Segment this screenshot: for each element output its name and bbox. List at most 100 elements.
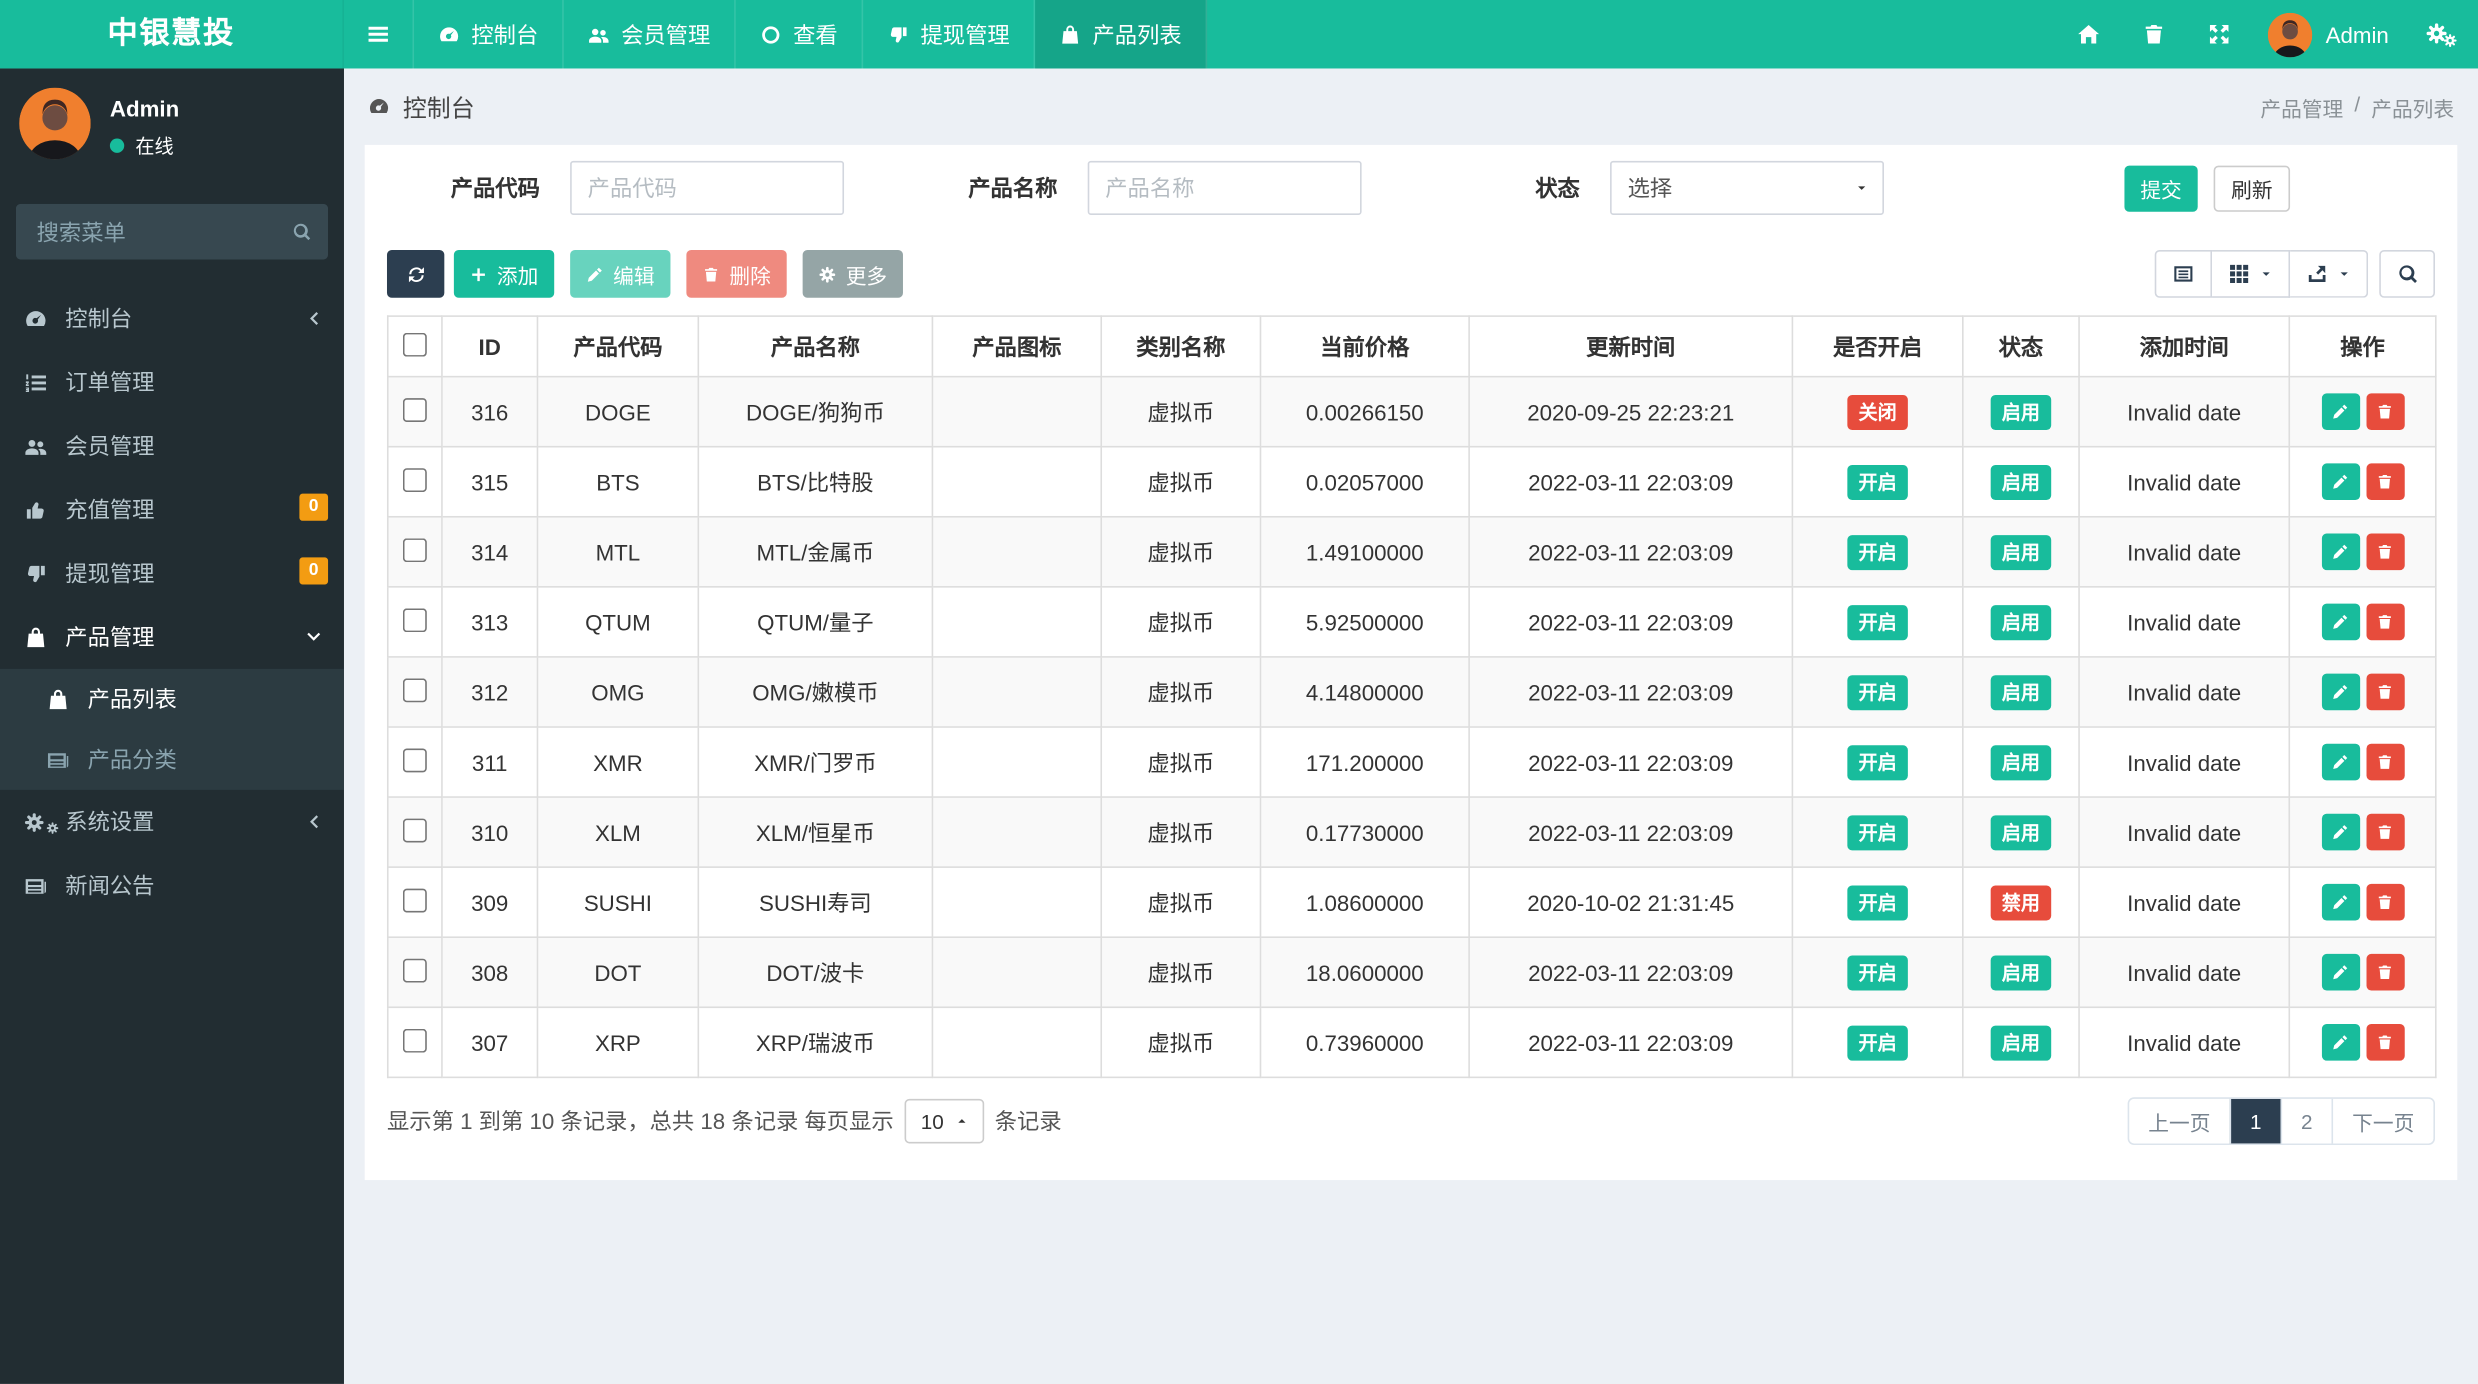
sidebar-item-dashboard[interactable]: 控制台 — [0, 287, 344, 351]
filter-buttons: 提交 刷新 — [2124, 164, 2291, 212]
delete-row-button[interactable] — [2365, 393, 2404, 430]
row-checkbox[interactable] — [402, 677, 427, 702]
edit-row-button[interactable] — [2321, 953, 2360, 991]
page-button-2[interactable]: 2 — [2280, 1098, 2331, 1144]
page-button-1[interactable]: 1 — [2229, 1098, 2281, 1144]
delete-row-button[interactable] — [2365, 533, 2404, 571]
trash-button[interactable] — [2122, 0, 2187, 68]
export-button[interactable] — [2290, 250, 2369, 298]
expand-icon — [2208, 22, 2232, 46]
reload-button[interactable] — [386, 250, 445, 298]
edit-row-button[interactable] — [2321, 463, 2360, 501]
add-button[interactable]: 添加 — [453, 250, 555, 298]
edit-row-button[interactable] — [2321, 813, 2360, 851]
cell-updated: 2022-03-11 22:03:09 — [1468, 656, 1794, 728]
submit-button[interactable]: 提交 — [2124, 164, 2198, 212]
caret-down-icon — [1855, 182, 1868, 195]
row-checkbox[interactable] — [402, 747, 427, 772]
cell-updated: 2022-03-11 22:03:09 — [1468, 796, 1794, 868]
next-page-button[interactable]: 下一页 — [2331, 1098, 2433, 1144]
delete-row-button[interactable] — [2365, 1024, 2404, 1061]
summary-suffix: 条记录 — [994, 1108, 1062, 1134]
columns-button[interactable] — [2212, 250, 2291, 298]
delete-row-button[interactable] — [2365, 813, 2404, 851]
row-checkbox[interactable] — [402, 537, 427, 562]
row-checkbox[interactable] — [402, 607, 427, 632]
toggle-pagination-button[interactable] — [2154, 250, 2213, 298]
settings-button[interactable] — [2405, 0, 2478, 68]
sidebar-item-products[interactable]: 产品管理 — [0, 605, 344, 669]
row-checkbox[interactable] — [402, 467, 427, 492]
refresh-icon — [405, 264, 426, 285]
status-badge: 启用 — [1990, 674, 2052, 710]
product-name-input[interactable] — [1087, 160, 1362, 215]
more-button[interactable]: 更多 — [802, 250, 904, 298]
shopping-bag-icon — [1059, 23, 1081, 45]
prev-page-button[interactable]: 上一页 — [2129, 1099, 2229, 1144]
cell-price: 5.92500000 — [1259, 586, 1470, 658]
breadcrumb-section: 控制台 — [402, 94, 475, 122]
row-checkbox[interactable] — [402, 1027, 427, 1052]
status-select[interactable]: 选择 — [1610, 160, 1884, 215]
table-search-button[interactable] — [2379, 250, 2435, 298]
edit-row-button[interactable] — [2321, 1024, 2360, 1061]
edit-row-button[interactable] — [2321, 603, 2360, 641]
home-button[interactable] — [2056, 0, 2121, 68]
nav-item-view[interactable]: 查看 — [736, 0, 864, 69]
row-checkbox[interactable] — [402, 817, 427, 842]
cell-code: MTL — [536, 515, 700, 588]
edit-row-button[interactable] — [2321, 673, 2360, 711]
delete-row-button[interactable] — [2365, 743, 2404, 781]
product-code-input[interactable] — [570, 160, 845, 215]
fullscreen-button[interactable] — [2187, 0, 2252, 68]
page-size-button[interactable]: 10 — [904, 1098, 984, 1144]
open-badge: 开启 — [1847, 674, 1908, 710]
cell-added: Invalid date — [2078, 656, 2291, 728]
sidebar-item-product-category[interactable]: 产品分类 — [0, 729, 344, 790]
sidebar-item-recharge[interactable]: 充值管理 0 — [0, 478, 344, 542]
brand-logo[interactable]: 中银慧投 — [0, 0, 344, 69]
refresh-button[interactable]: 刷新 — [2213, 164, 2291, 212]
cell-code: DOT — [536, 936, 700, 1009]
nav-item-dashboard[interactable]: 控制台 — [414, 0, 564, 69]
breadcrumb-parent[interactable]: 产品管理 — [2260, 92, 2343, 122]
cell-price: 0.02057000 — [1259, 445, 1470, 518]
cell-actions — [2288, 656, 2437, 728]
edit-row-button[interactable] — [2321, 743, 2360, 781]
delete-row-button[interactable] — [2365, 953, 2404, 991]
delete-row-button[interactable] — [2365, 463, 2404, 501]
delete-row-button[interactable] — [2365, 883, 2404, 921]
sidebar-toggle[interactable] — [344, 0, 415, 69]
open-badge: 开启 — [1847, 604, 1908, 640]
nav-item-withdraw[interactable]: 提现管理 — [863, 0, 1036, 69]
search-input[interactable] — [15, 203, 329, 260]
delete-row-button[interactable] — [2365, 603, 2404, 641]
user-menu[interactable]: Admin — [2252, 0, 2404, 68]
delete-row-button[interactable] — [2365, 673, 2404, 711]
cell-icon — [931, 866, 1103, 939]
cell-code: XLM — [536, 796, 700, 868]
nav-item-members[interactable]: 会员管理 — [564, 0, 736, 69]
cell-category: 虚拟币 — [1100, 866, 1262, 939]
delete-button[interactable]: 删除 — [686, 250, 787, 298]
trash-icon — [2376, 753, 2394, 771]
sidebar-item-withdraw[interactable]: 提现管理 0 — [0, 541, 344, 605]
edit-row-button[interactable] — [2321, 883, 2360, 921]
sidebar-item-news[interactable]: 新闻公告 — [0, 854, 344, 918]
trash-icon — [2376, 683, 2394, 701]
sidebar-item-settings[interactable]: 系统设置 — [0, 790, 344, 854]
sidebar-user-status[interactable]: 在线 — [109, 132, 179, 159]
cell-name: XLM/恒星币 — [697, 796, 934, 868]
row-checkbox[interactable] — [402, 887, 427, 912]
select-all-checkbox[interactable] — [402, 332, 427, 356]
nav-item-product-list[interactable]: 产品列表 — [1035, 0, 1208, 69]
edit-button[interactable]: 编辑 — [570, 250, 671, 298]
row-checkbox[interactable] — [402, 397, 427, 422]
sidebar-item-orders[interactable]: 订单管理 — [0, 350, 344, 414]
edit-row-button[interactable] — [2321, 533, 2360, 571]
edit-row-button[interactable] — [2321, 393, 2360, 430]
gears-icon — [2425, 21, 2457, 48]
sidebar-item-product-list[interactable]: 产品列表 — [0, 669, 344, 730]
row-checkbox[interactable] — [402, 957, 427, 982]
sidebar-item-members[interactable]: 会员管理 — [0, 414, 344, 478]
